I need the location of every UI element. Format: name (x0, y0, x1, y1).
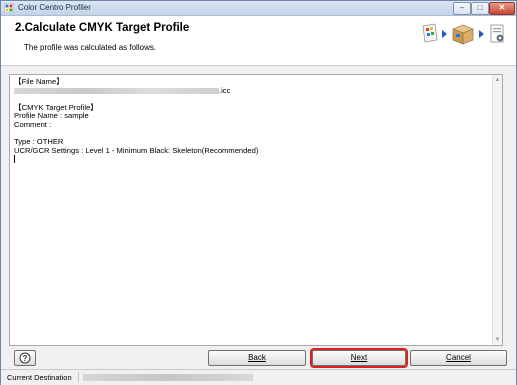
comment-line: Comment : (14, 119, 52, 129)
current-destination-value (83, 374, 253, 381)
printer-color-icon (422, 23, 438, 43)
next-button[interactable]: Next (310, 348, 408, 368)
close-button[interactable]: ✕ (489, 2, 515, 15)
title-bar: Color Centro Profiler – □ ✕ (1, 1, 516, 16)
page-description: The profile was calculated as follows. (24, 43, 157, 52)
wizard-flow (422, 23, 504, 45)
main-window: Color Centro Profiler – □ ✕ 2.Calculate … (0, 0, 517, 385)
close-icon: ✕ (498, 3, 506, 12)
box-package-icon (452, 24, 474, 45)
arrow-right-icon (442, 30, 447, 38)
vertical-scrollbar[interactable]: ▲ ▼ (492, 75, 502, 345)
help-button[interactable]: ? (14, 350, 36, 366)
app-icon (4, 3, 14, 13)
help-icon: ? (19, 352, 31, 364)
scroll-up-icon[interactable]: ▲ (494, 76, 501, 84)
wizard-header: 2.Calculate CMYK Target Profile The prof… (1, 16, 516, 66)
document-gear-icon (490, 24, 504, 43)
minimize-button[interactable]: – (453, 2, 471, 15)
text-caret (14, 155, 15, 164)
profile-result-textarea[interactable]: 【File Name】 .icc 【CMYK Target Profile】 P… (9, 74, 503, 346)
status-divider (78, 372, 79, 383)
current-destination-label: Current Destination (7, 373, 72, 382)
file-extension: .icc (219, 85, 231, 95)
page-title: 2.Calculate CMYK Target Profile (15, 22, 190, 34)
scroll-down-icon[interactable]: ▼ (494, 336, 501, 344)
maximize-icon: □ (477, 3, 483, 12)
result-text: 【File Name】 .icc 【CMYK Target Profile】 P… (14, 77, 259, 164)
file-name-line: .icc (14, 85, 258, 96)
caret-line (14, 155, 258, 164)
window-title: Color Centro Profiler (18, 3, 91, 12)
next-button-label: Next (350, 353, 368, 362)
cancel-button[interactable]: Cancel (410, 350, 507, 366)
svg-text:?: ? (23, 354, 28, 363)
redacted-file-name (14, 87, 219, 94)
status-bar: Current Destination (1, 369, 516, 385)
back-button-label: Back (248, 353, 266, 362)
ucr-gcr-line: UCR/GCR Settings : Level 1 - Minimum Bla… (14, 145, 259, 155)
arrow-right-icon (479, 30, 484, 38)
cancel-button-label: Cancel (446, 353, 471, 362)
back-button[interactable]: Back (208, 350, 306, 366)
minimize-icon: – (459, 3, 465, 12)
maximize-button[interactable]: □ (471, 2, 489, 15)
